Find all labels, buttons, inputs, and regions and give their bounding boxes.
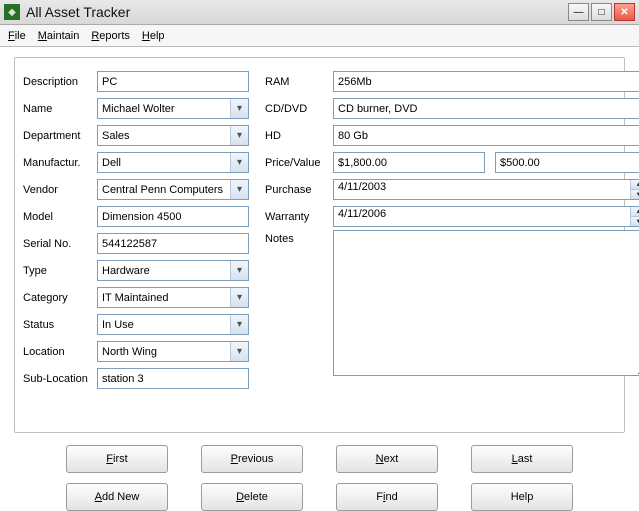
department-value: Sales: [102, 130, 130, 142]
serial-field[interactable]: [97, 233, 249, 254]
label-description: Description: [23, 76, 97, 88]
form-area: Description Name Michael Wolter Departmen…: [0, 47, 639, 439]
description-field[interactable]: [97, 71, 249, 92]
spin-up-icon: ▲: [630, 180, 639, 190]
warranty-spin[interactable]: ▲▼: [630, 207, 639, 226]
status-value: In Use: [102, 319, 134, 331]
label-warranty: Warranty: [265, 211, 333, 223]
minimize-button[interactable]: —: [568, 3, 589, 21]
menu-bar: File Maintain Reports Help: [0, 25, 639, 47]
notes-field[interactable]: [333, 230, 639, 376]
menu-help[interactable]: Help: [142, 30, 165, 42]
category-value: IT Maintained: [102, 292, 168, 304]
label-sublocation: Sub-Location: [23, 373, 97, 385]
menu-file[interactable]: File: [8, 30, 26, 42]
status-combo[interactable]: In Use: [97, 314, 249, 335]
model-field[interactable]: [97, 206, 249, 227]
left-column: Description Name Michael Wolter Departmen…: [23, 68, 249, 422]
warranty-date[interactable]: 4/11/2006 ▲▼: [333, 206, 639, 227]
maximize-button[interactable]: □: [591, 3, 612, 21]
label-status: Status: [23, 319, 97, 331]
label-price: Price/Value: [265, 157, 333, 169]
label-department: Department: [23, 130, 97, 142]
spin-up-icon: ▲: [630, 207, 639, 217]
label-manufacturer: Manufactur.: [23, 157, 97, 169]
previous-button[interactable]: Previous: [201, 445, 303, 473]
value-field[interactable]: [495, 152, 639, 173]
type-value: Hardware: [102, 265, 150, 277]
app-icon: ◆: [4, 4, 20, 20]
window-title: All Asset Tracker: [26, 4, 566, 20]
location-value: North Wing: [102, 346, 157, 358]
location-combo[interactable]: North Wing: [97, 341, 249, 362]
add-new-button[interactable]: Add New: [66, 483, 168, 511]
button-area: First Previous Next Last Add New Delete …: [0, 439, 639, 511]
label-category: Category: [23, 292, 97, 304]
menu-reports[interactable]: Reports: [91, 30, 130, 42]
label-location: Location: [23, 346, 97, 358]
right-column: RAM CD/DVD HD Price/Value Purchase4/11/2…: [265, 68, 639, 422]
label-serial: Serial No.: [23, 238, 97, 250]
warranty-value: 4/11/2006: [338, 208, 386, 220]
find-button[interactable]: Find: [336, 483, 438, 511]
label-notes: Notes: [265, 230, 333, 245]
department-combo[interactable]: Sales: [97, 125, 249, 146]
label-cddvd: CD/DVD: [265, 103, 333, 115]
label-type: Type: [23, 265, 97, 277]
label-vendor: Vendor: [23, 184, 97, 196]
next-button[interactable]: Next: [336, 445, 438, 473]
ram-field[interactable]: [333, 71, 639, 92]
last-button[interactable]: Last: [471, 445, 573, 473]
spin-down-icon: ▼: [630, 190, 639, 199]
hd-field[interactable]: [333, 125, 639, 146]
purchase-value: 4/11/2003: [338, 181, 386, 193]
close-button[interactable]: ✕: [614, 3, 635, 21]
title-bar: ◆ All Asset Tracker — □ ✕: [0, 0, 639, 25]
name-combo[interactable]: Michael Wolter: [97, 98, 249, 119]
price-field[interactable]: [333, 152, 485, 173]
purchase-spin[interactable]: ▲▼: [630, 180, 639, 199]
group-box: Description Name Michael Wolter Departmen…: [14, 57, 625, 433]
menu-maintain[interactable]: Maintain: [38, 30, 80, 42]
sublocation-field[interactable]: [97, 368, 249, 389]
vendor-combo[interactable]: Central Penn Computers: [97, 179, 249, 200]
category-combo[interactable]: IT Maintained: [97, 287, 249, 308]
purchase-date[interactable]: 4/11/2003 ▲▼: [333, 179, 639, 200]
label-hd: HD: [265, 130, 333, 142]
name-value: Michael Wolter: [102, 103, 175, 115]
label-purchase: Purchase: [265, 184, 333, 196]
vendor-value: Central Penn Computers: [102, 184, 223, 196]
delete-button[interactable]: Delete: [201, 483, 303, 511]
label-ram: RAM: [265, 76, 333, 88]
label-name: Name: [23, 103, 97, 115]
label-model: Model: [23, 211, 97, 223]
type-combo[interactable]: Hardware: [97, 260, 249, 281]
manufacturer-value: Dell: [102, 157, 121, 169]
help-button[interactable]: Help: [471, 483, 573, 511]
first-button[interactable]: First: [66, 445, 168, 473]
cddvd-field[interactable]: [333, 98, 639, 119]
spin-down-icon: ▼: [630, 217, 639, 226]
manufacturer-combo[interactable]: Dell: [97, 152, 249, 173]
